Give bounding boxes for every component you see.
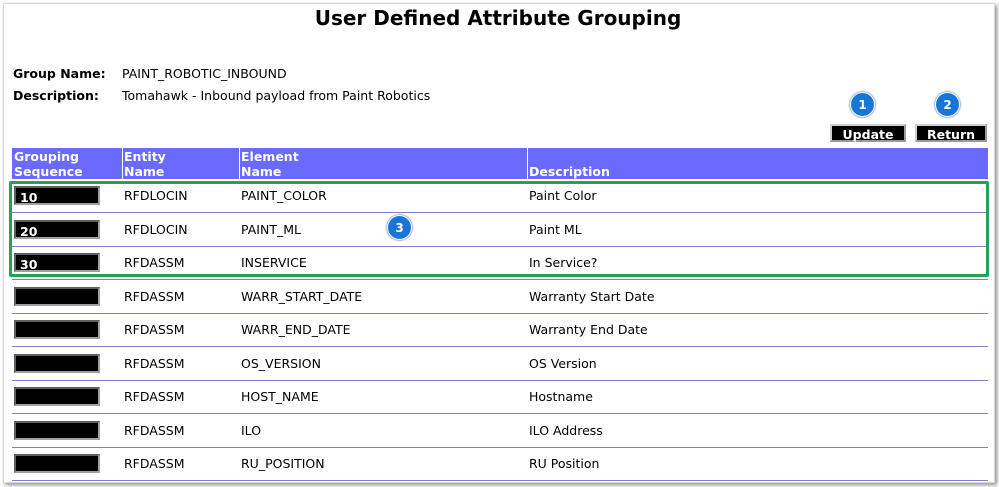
group-name-label: Group Name: bbox=[13, 66, 106, 81]
grouping-sequence-input[interactable] bbox=[14, 387, 100, 406]
entity-name-cell: RFDASSM bbox=[124, 355, 185, 371]
element-name-cell: WARR_START_DATE bbox=[241, 288, 363, 304]
grouping-sequence-input[interactable] bbox=[14, 420, 100, 440]
element-name-cell: WARR_END_DATE bbox=[241, 322, 351, 337]
entity-name-cell: RFDASSM bbox=[124, 288, 185, 304]
header-divider bbox=[239, 148, 240, 179]
table-row: RFDASSM RU_POSITION RU Position bbox=[12, 448, 988, 481]
element-name-cell: ILO bbox=[241, 422, 262, 438]
column-header-element-name: Element Name bbox=[241, 149, 299, 179]
grouping-sequence-input[interactable] bbox=[14, 454, 100, 473]
table-row: RFDASSM WARR_END_DATE Warranty End Date bbox=[12, 314, 988, 347]
entity-name-cell: RFDASSM bbox=[124, 322, 185, 337]
grouping-sequence-input[interactable] bbox=[14, 320, 100, 339]
entity-name-cell: RFDASSM bbox=[124, 456, 185, 471]
group-name-value: PAINT_ROBOTIC_INBOUND bbox=[122, 66, 287, 81]
column-header-grouping-sequence: Grouping Sequence bbox=[14, 149, 83, 179]
description-row: Description: bbox=[13, 88, 99, 103]
grouping-sequence-input[interactable] bbox=[14, 286, 100, 306]
update-button[interactable]: Update bbox=[830, 124, 906, 142]
description-label: Description: bbox=[13, 88, 99, 103]
description-cell: Warranty Start Date bbox=[529, 288, 655, 304]
table-row: RFDASSM OS_VERSION OS Version bbox=[12, 348, 988, 381]
table-header: Grouping Sequence Entity Name Element Name … bbox=[12, 148, 988, 179]
page-title: User Defined Attribute Grouping bbox=[314, 6, 682, 30]
column-header-description: Description bbox=[529, 164, 610, 179]
element-name-cell: HOST_NAME bbox=[241, 389, 319, 404]
element-name-cell: OS_VERSION bbox=[241, 355, 321, 371]
header-divider bbox=[122, 148, 123, 179]
description-value: Tomahawk - Inbound payload from Paint Ro… bbox=[122, 88, 431, 103]
description-cell: ILO Address bbox=[529, 422, 603, 438]
callout-3-badge: 3 bbox=[387, 215, 412, 240]
header-divider bbox=[527, 148, 528, 179]
table-row: RFDASSM WARR_START_DATE Warranty Start Dat… bbox=[12, 281, 988, 314]
callout-1-badge: 1 bbox=[850, 92, 875, 117]
return-button[interactable]: Return bbox=[915, 124, 987, 142]
highlight-box bbox=[9, 181, 989, 277]
description-cell: OS Version bbox=[529, 355, 597, 371]
description-cell: Warranty End Date bbox=[529, 322, 648, 337]
grouping-sequence-input[interactable] bbox=[14, 353, 100, 373]
entity-name-cell: RFDASSM bbox=[124, 389, 185, 404]
table-row: RFDASSM HOST_NAME Hostname bbox=[12, 381, 988, 414]
element-name-cell: RU_POSITION bbox=[241, 456, 325, 471]
group-name-row: Group Name: bbox=[13, 66, 106, 81]
callout-2-badge: 2 bbox=[935, 92, 960, 117]
column-header-entity-name: Entity Name bbox=[124, 149, 166, 179]
description-cell: Hostname bbox=[529, 389, 593, 404]
description-cell: RU Position bbox=[529, 456, 600, 471]
entity-name-cell: RFDASSM bbox=[124, 422, 185, 438]
table-row: RFDASSM ILO ILO Address bbox=[12, 415, 988, 448]
